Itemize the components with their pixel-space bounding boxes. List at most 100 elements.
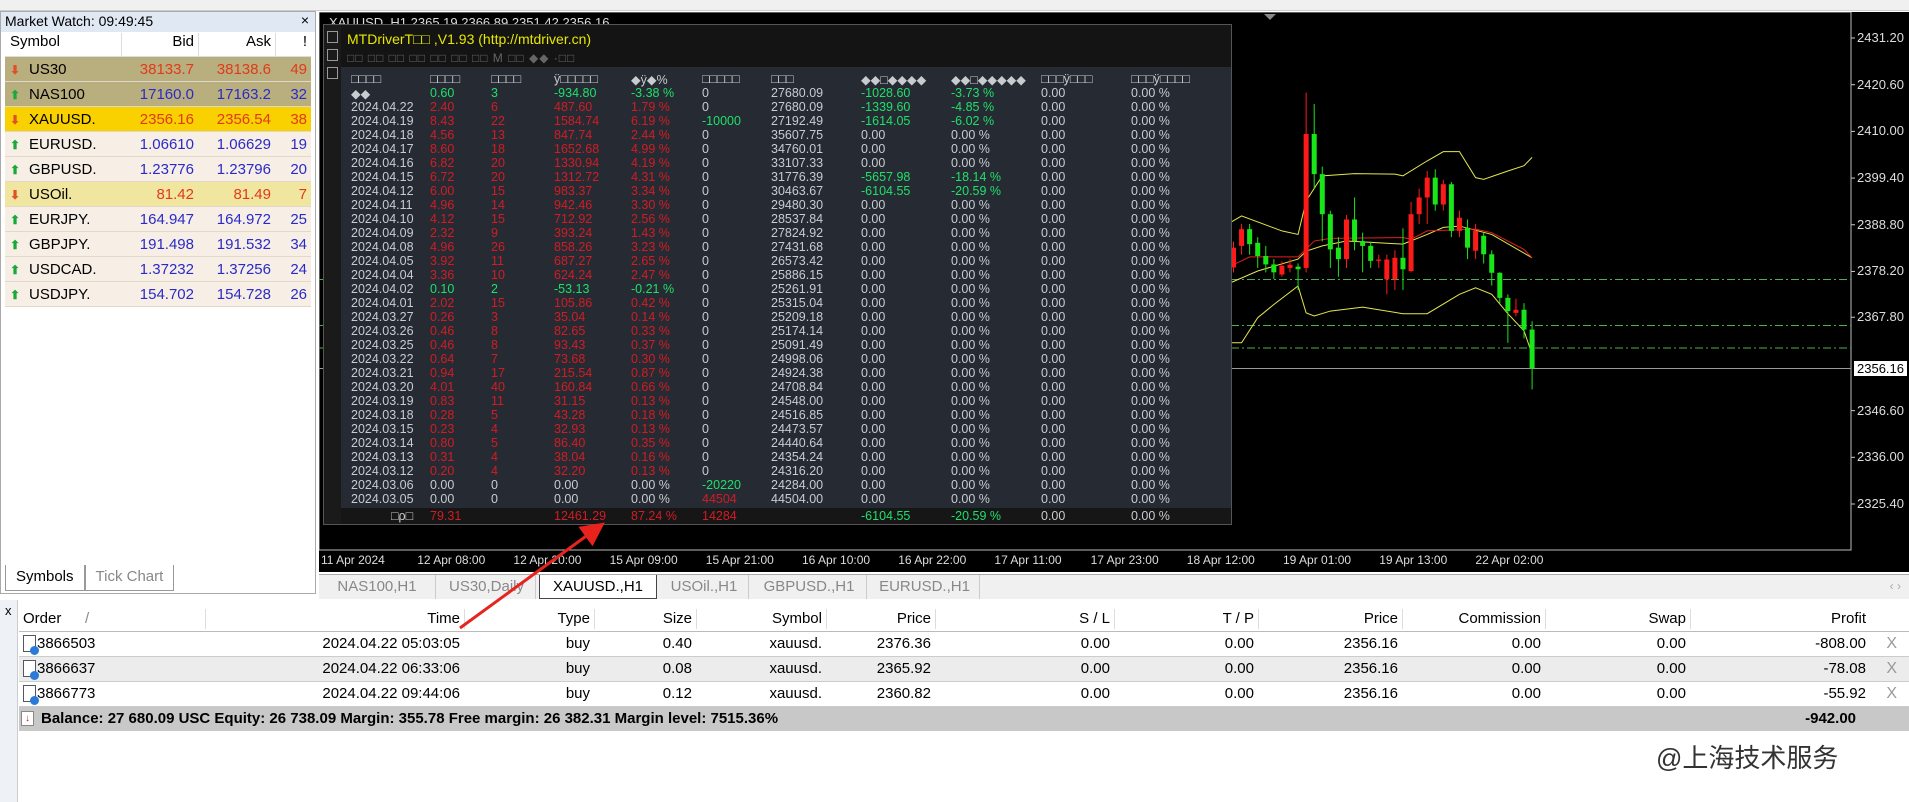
- panel-button[interactable]: [327, 67, 338, 79]
- candle: [1303, 92, 1309, 273]
- arrow-up-icon: ⬆: [10, 287, 21, 302]
- stats-cell: 27824.92: [771, 226, 824, 240]
- order-row[interactable]: 3866637 2024.04.22 06:33:06 buy 0.08 xauusd.…: [19, 657, 1909, 682]
- stats-cell: 6.82: [430, 156, 455, 170]
- market-watch-row[interactable]: ⬇ US30 38133.7 38138.6 49: [5, 57, 311, 82]
- chart-tab[interactable]: XAUUSD.,H1: [539, 575, 657, 599]
- column-header-take-profit[interactable]: T / P: [1223, 610, 1254, 627]
- stats-row-date: 2024.04.15: [351, 170, 414, 184]
- column-header-symbol[interactable]: Symbol: [772, 610, 822, 627]
- chart-tab[interactable]: US30,Daily: [438, 575, 536, 599]
- toolbar-strip: [0, 0, 1909, 11]
- tab-tick-chart[interactable]: Tick Chart: [84, 565, 175, 591]
- panel-toolbar[interactable]: □□ □□ □□ □□ □□ □□ □□ M □□ ◆◆ ·□□: [347, 51, 575, 65]
- column-divider[interactable]: [1402, 609, 1403, 629]
- size-cell: 0.08: [662, 660, 692, 677]
- close-order-icon[interactable]: X: [1886, 685, 1897, 703]
- column-divider[interactable]: [1545, 609, 1546, 629]
- chart-tab[interactable]: GBPUSD.,H1: [752, 575, 867, 599]
- column-header-size[interactable]: Size: [663, 610, 692, 627]
- order-row[interactable]: 3866503 2024.04.22 05:03:05 buy 0.40 xauusd.…: [19, 632, 1909, 657]
- column-divider[interactable]: [205, 609, 206, 629]
- column-header-profit[interactable]: Profit: [1831, 610, 1866, 627]
- column-header-commission[interactable]: Commission: [1458, 610, 1541, 627]
- arrow-up-icon: ⬆: [10, 137, 21, 152]
- column-header-order[interactable]: Order: [23, 610, 61, 627]
- column-header-time[interactable]: Time: [427, 610, 460, 627]
- panel-button[interactable]: [327, 49, 338, 61]
- stats-cell: 0.00: [1041, 422, 1066, 436]
- candle-body: [1271, 264, 1277, 273]
- tab-scroll-arrows[interactable]: ‹ ›: [1890, 579, 1901, 593]
- candle-body: [1497, 272, 1503, 298]
- stats-row-date: 2024.03.22: [351, 352, 414, 366]
- column-header-ask[interactable]: Ask: [198, 33, 275, 56]
- close-icon[interactable]: ×: [301, 12, 309, 28]
- column-divider[interactable]: [1114, 609, 1115, 629]
- market-watch-row[interactable]: ⬆ GBPUSD. 1.23776 1.23796 20: [5, 157, 311, 182]
- market-watch-row[interactable]: ⬆ NAS100 17160.0 17163.2 32: [5, 82, 311, 107]
- stats-cell: -5657.98: [861, 170, 911, 184]
- arrow-up-icon: ⬆: [10, 162, 21, 177]
- market-watch-row[interactable]: ⬆ EURUSD. 1.06610 1.06629 19: [5, 132, 311, 157]
- stats-cell: 0.00: [861, 366, 886, 380]
- market-watch-row[interactable]: ⬇ XAUUSD. 2356.16 2356.54 38: [5, 107, 311, 132]
- stats-cell: 0.00 %: [951, 310, 990, 324]
- column-divider[interactable]: [464, 609, 465, 629]
- stats-cell: 0.00 %: [951, 380, 990, 394]
- stats-cell: -1028.60: [861, 86, 911, 100]
- tab-symbols[interactable]: Symbols: [5, 565, 85, 591]
- column-divider[interactable]: [1258, 609, 1259, 629]
- column-divider[interactable]: [696, 609, 697, 629]
- candle: [1456, 210, 1462, 238]
- stats-cell: 35607.75: [771, 128, 824, 142]
- column-header-spread[interactable]: !: [275, 33, 311, 56]
- stats-cell: 27680.09: [771, 100, 824, 114]
- stats-cell: 0.14 %: [631, 310, 670, 324]
- market-watch-row[interactable]: ⬆ USDJPY. 154.702 154.728 26: [5, 282, 311, 307]
- chart-tab[interactable]: NAS100,H1: [319, 575, 436, 599]
- market-watch-row[interactable]: ⬆ GBPJPY. 191.498 191.532 34: [5, 232, 311, 257]
- candle-body: [1335, 247, 1341, 260]
- column-header-type[interactable]: Type: [557, 610, 590, 627]
- column-header-open-price[interactable]: Price: [897, 610, 931, 627]
- candle: [1408, 201, 1414, 273]
- symbol-cell: ⬆ NAS100: [5, 86, 121, 103]
- stats-cell: -10000: [702, 114, 741, 128]
- stats-cell: -20220: [702, 478, 741, 492]
- stats-cell: 0.00: [861, 450, 886, 464]
- candle: [1384, 254, 1390, 295]
- column-header-stop-loss[interactable]: S / L: [1079, 610, 1110, 627]
- market-watch-row[interactable]: ⬆ USDCAD. 1.37232 1.37256 24: [5, 257, 311, 282]
- stats-cell: 0.80: [430, 436, 455, 450]
- close-order-icon[interactable]: X: [1886, 635, 1897, 653]
- close-order-icon[interactable]: X: [1886, 660, 1897, 678]
- column-divider[interactable]: [594, 609, 595, 629]
- column-header-current-price[interactable]: Price: [1364, 610, 1398, 627]
- market-watch-row[interactable]: ⬇ USOil. 81.42 81.49 7: [5, 182, 311, 207]
- symbol-name: EURUSD.: [29, 135, 97, 153]
- column-header-symbol[interactable]: Symbol: [5, 33, 121, 56]
- chart-tab[interactable]: USOil.,H1: [660, 575, 749, 599]
- column-header-swap[interactable]: Swap: [1648, 610, 1686, 627]
- stats-cell: -20.59 %: [951, 184, 1002, 198]
- column-header-bid[interactable]: Bid: [121, 33, 198, 56]
- stats-cell: 8.60: [430, 142, 455, 156]
- stats-cell: 0.00 %: [631, 478, 670, 492]
- stats-cell: 0.00: [861, 128, 886, 142]
- bid-price: 17160.0: [139, 85, 194, 103]
- order-row[interactable]: 3866773 2024.04.22 09:44:06 buy 0.12 xauusd.…: [19, 682, 1909, 707]
- panel-button[interactable]: [327, 31, 338, 43]
- time-axis-label: 15 Apr 21:00: [705, 553, 774, 567]
- chart-shift-marker[interactable]: [1264, 14, 1276, 20]
- column-divider[interactable]: [935, 609, 936, 629]
- close-icon[interactable]: x: [5, 603, 12, 618]
- price-axis-label: 2367.80: [1857, 309, 1904, 325]
- stats-cell: 4: [491, 450, 498, 464]
- column-divider[interactable]: [1690, 609, 1691, 629]
- chart-tab[interactable]: EURUSD.,H1: [870, 575, 980, 599]
- column-divider[interactable]: [826, 609, 827, 629]
- stats-cell: 27192.49: [771, 114, 824, 128]
- market-watch-row[interactable]: ⬆ EURJPY. 164.947 164.972 25: [5, 207, 311, 232]
- spread: 49: [290, 60, 307, 78]
